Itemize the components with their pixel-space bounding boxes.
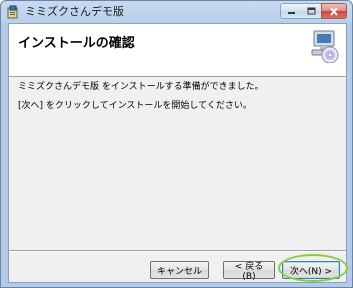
maximize-button[interactable] <box>301 3 322 19</box>
header-band: インストールの確認 <box>9 24 346 77</box>
next-button-highlight-circle <box>278 254 348 282</box>
window-title: ミミズクさんデモ版 <box>25 5 124 18</box>
dialog-body: インストールの確認 ミミズクさんデモ版 をインストールする準備ができました。 [… <box>8 23 347 283</box>
cancel-button[interactable]: キャンセル <box>150 261 209 279</box>
maximize-icon <box>307 7 315 15</box>
minimize-icon <box>287 12 295 14</box>
installer-app-icon <box>7 5 18 19</box>
title-bar[interactable]: ミミズクさんデモ版 <box>1 1 352 23</box>
back-button[interactable]: < 戻る(B) <box>223 261 275 282</box>
ready-message: ミミズクさんデモ版 をインストールする準備ができました。 <box>18 82 264 92</box>
separator-line <box>9 250 346 252</box>
page-title: インストールの確認 <box>18 36 135 51</box>
close-icon <box>330 6 338 16</box>
close-button[interactable] <box>321 3 347 19</box>
installer-window: ミミズクさんデモ版 インストールの確認 ミミズクさんデモ版 をインストールする準… <box>0 0 353 288</box>
instruction-message: [次へ] をクリックしてインストールを開始してください。 <box>18 101 252 111</box>
cd-computer-setup-icon <box>311 30 339 63</box>
minimize-button[interactable] <box>280 3 302 19</box>
